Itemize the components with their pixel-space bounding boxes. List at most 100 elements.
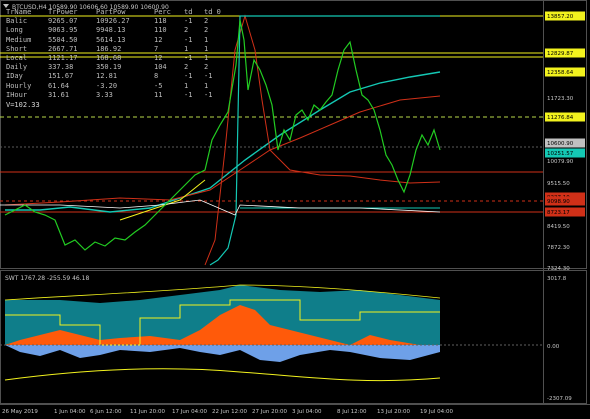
price-label: 13857.20 bbox=[547, 14, 574, 20]
stats-cell: -5 bbox=[154, 81, 163, 90]
price-label: 8419.50 bbox=[547, 224, 570, 230]
stats-cell: 1 bbox=[204, 54, 209, 63]
stats-cell: 5614.13 bbox=[96, 35, 126, 44]
stats-header-cell: PartPow bbox=[96, 8, 126, 16]
stats-cell: 12 bbox=[154, 54, 163, 63]
stats-row: IHour 31.61 3.33 11 -1 -1 bbox=[6, 91, 227, 100]
price-label: 7324.30 bbox=[547, 266, 570, 272]
stats-cell: 104 bbox=[154, 63, 167, 72]
price-label: 9098.90 bbox=[547, 199, 570, 205]
stats-header-cell: td bbox=[184, 8, 193, 16]
time-axis-label: 3 Jul 04:00 bbox=[292, 409, 322, 415]
stats-cell: 9265.07 bbox=[48, 17, 78, 26]
stats-table: TrName TrPower PartPow Perc td td_0 Bali… bbox=[6, 8, 227, 110]
stats-cell: 2 bbox=[204, 26, 209, 35]
time-axis-label: 17 Jun 04:00 bbox=[172, 409, 207, 415]
stats-cell: 2667.71 bbox=[48, 44, 78, 53]
stats-cell: Hourly bbox=[6, 81, 32, 90]
stats-cell: 3.33 bbox=[96, 90, 113, 99]
stats-cell: 118 bbox=[154, 17, 167, 26]
stats-header-cell: TrPower bbox=[48, 8, 78, 16]
stats-cell: 12.81 bbox=[96, 72, 118, 81]
stats-cell: 31.61 bbox=[48, 90, 70, 99]
stats-header-row: TrName TrPower PartPow Perc td td_0 bbox=[6, 8, 227, 17]
time-axis-label: 11 Jun 20:00 bbox=[130, 409, 165, 415]
stats-cell: 350.19 bbox=[96, 63, 122, 72]
stats-cell: 186.92 bbox=[96, 44, 122, 53]
stats-cell: -1 bbox=[184, 35, 193, 44]
stats-cell: 1 bbox=[184, 81, 189, 90]
stats-row: Medium 5504.50 5614.13 12 -1 1 bbox=[6, 36, 227, 45]
stats-cell: Daily bbox=[6, 63, 28, 72]
stats-cell: -1 bbox=[184, 17, 193, 26]
stats-cell: Short bbox=[6, 44, 28, 53]
time-axis-label: 8 Jul 12:00 bbox=[337, 409, 367, 415]
stats-cell: 337.38 bbox=[48, 63, 74, 72]
time-axis-label: 6 Jun 12:00 bbox=[90, 409, 122, 415]
price-label: 7872.30 bbox=[547, 245, 570, 251]
stats-cell: 110 bbox=[154, 26, 167, 35]
price-label: 9515.50 bbox=[547, 181, 570, 187]
stats-cell: 8 bbox=[154, 72, 159, 81]
time-axis-label: 26 May 2019 bbox=[2, 409, 38, 415]
price-label: 10600.90 bbox=[547, 141, 574, 147]
indicator-title: SWT 1767.28 -255.59 46.18 bbox=[5, 275, 89, 282]
stats-cell: -1 bbox=[184, 90, 193, 99]
time-axis-label: 22 Jun 12:00 bbox=[212, 409, 247, 415]
price-label: 10079.90 bbox=[547, 159, 574, 165]
indicator-axis-label: -2307.09 bbox=[547, 396, 572, 402]
stats-cell: 7 bbox=[154, 44, 159, 53]
stats-row: Hourly 61.64 -3.20 -5 1 1 bbox=[6, 82, 227, 91]
vr-label: V=102.33 bbox=[6, 101, 40, 110]
time-axis-label: 1 Jun 04:00 bbox=[54, 409, 86, 415]
stats-cell: IHour bbox=[6, 90, 28, 99]
stats-cell: -1 bbox=[204, 90, 213, 99]
stats-cell: 61.64 bbox=[48, 81, 70, 90]
price-label: 11723.30 bbox=[547, 96, 574, 102]
stats-cell: 168.68 bbox=[96, 54, 122, 63]
time-axis-label: 19 Jul 04:00 bbox=[420, 409, 453, 415]
stats-cell: 12 bbox=[154, 35, 163, 44]
stats-cell: -1 bbox=[184, 72, 193, 81]
stats-cell: 2 bbox=[204, 63, 209, 72]
time-axis: 26 May 2019 1 Jun 04:00 6 Jun 12:00 11 Jun … bbox=[2, 409, 453, 415]
indicator-axis-label: 0.00 bbox=[547, 344, 560, 350]
stats-cell: 1 bbox=[184, 44, 189, 53]
stats-cell: 2 bbox=[204, 17, 209, 26]
stats-cell: Medium bbox=[6, 35, 32, 44]
stats-cell: 2 bbox=[184, 63, 189, 72]
stats-header-cell: Perc bbox=[154, 8, 171, 16]
stats-cell: Balic bbox=[6, 17, 28, 26]
price-label: 12829.87 bbox=[547, 51, 574, 57]
swt-indicator bbox=[0, 284, 543, 382]
stats-row: Local 1121.17 168.68 12 -1 1 bbox=[6, 54, 227, 63]
price-label: 10251.57 bbox=[547, 151, 574, 157]
stats-cell: Local bbox=[6, 54, 28, 63]
stats-row: Long 9063.95 9948.13 110 2 2 bbox=[6, 26, 227, 35]
time-axis-label: 27 Jun 20:00 bbox=[252, 409, 287, 415]
stats-cell: -1 bbox=[204, 72, 213, 81]
stats-cell: 1 bbox=[204, 81, 209, 90]
yellow-lower-band bbox=[4, 368, 441, 382]
stats-header-cell: TrName bbox=[6, 8, 32, 16]
stats-cell: 2 bbox=[184, 26, 189, 35]
stats-cell: -1 bbox=[184, 54, 193, 63]
stats-cell: 1 bbox=[204, 35, 209, 44]
stats-row: IDay 151.67 12.81 8 -1 -1 bbox=[6, 72, 227, 81]
price-axis: 13857.20 12829.87 12358.64 11723.30 11276.84… bbox=[545, 11, 585, 272]
stats-header-cell: td_0 bbox=[204, 8, 221, 16]
stats-cell: 9063.95 bbox=[48, 26, 78, 35]
price-label: 12358.64 bbox=[547, 70, 574, 76]
indicator-axis-label: 3017.8 bbox=[547, 276, 567, 282]
time-axis-label: 13 Jul 20:00 bbox=[377, 409, 410, 415]
stats-row: Balic 9265.07 10926.27 118 -1 2 bbox=[6, 17, 227, 26]
price-label: 11276.84 bbox=[547, 115, 574, 121]
stats-cell: 9948.13 bbox=[96, 26, 126, 35]
stats-cell: 1 bbox=[204, 44, 209, 53]
price-label: 8723.17 bbox=[547, 210, 570, 216]
stats-cell: 5504.50 bbox=[48, 35, 78, 44]
stats-cell: IDay bbox=[6, 72, 23, 81]
stats-cell: 10926.27 bbox=[96, 17, 130, 26]
blue-area bbox=[5, 345, 440, 362]
stats-cell: 11 bbox=[154, 90, 163, 99]
